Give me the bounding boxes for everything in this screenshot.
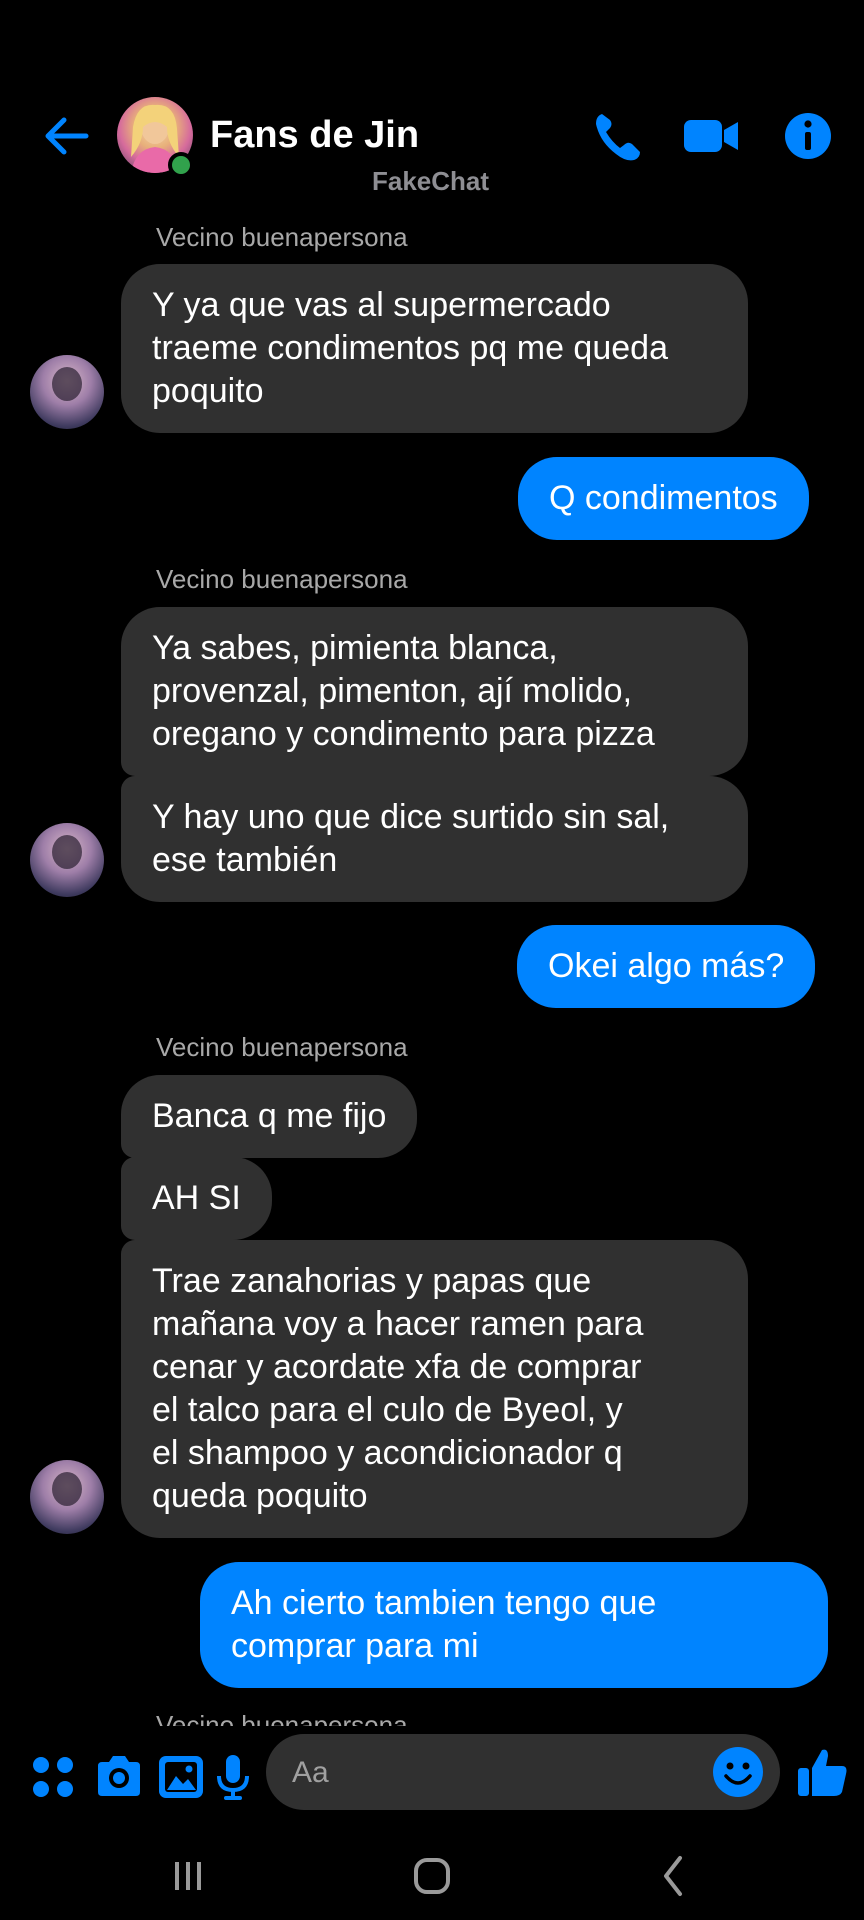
sent-message[interactable]: Okei algo más? xyxy=(517,925,816,1008)
message-text: Q condimentos xyxy=(549,479,778,517)
camera-icon[interactable] xyxy=(94,1752,144,1802)
phone-icon[interactable] xyxy=(592,108,652,164)
sender-name: Vecino buenapersona xyxy=(156,564,408,594)
watermark-text: FakeChat xyxy=(372,166,490,196)
emoji-icon[interactable] xyxy=(712,1746,764,1798)
received-message[interactable]: Banca q me fijo xyxy=(121,1075,418,1158)
message-text: AH SI xyxy=(152,1179,241,1217)
contact-avatar[interactable] xyxy=(30,1460,104,1534)
contact-avatar[interactable] xyxy=(30,355,104,429)
message-composer: Aa xyxy=(0,1730,864,1820)
chat-header: Fans de Jin FakeChat xyxy=(0,0,864,205)
message-text: Ah cierto tambien tengo que comprar para… xyxy=(231,1584,657,1665)
chat-title[interactable]: Fans de Jin xyxy=(210,114,419,157)
received-message[interactable]: AH SI xyxy=(121,1157,272,1240)
message-input-placeholder: Aa xyxy=(292,1756,329,1789)
received-message[interactable]: Y hay uno que dice surtido sin sal, ese … xyxy=(121,776,748,902)
received-message[interactable]: Y ya que vas al supermercado traeme cond… xyxy=(121,264,748,433)
online-status-indicator xyxy=(168,152,194,178)
message-text: Ya sabes, pimienta blanca, provenzal, pi… xyxy=(152,629,655,753)
home-icon[interactable] xyxy=(402,1850,462,1900)
contact-avatar[interactable] xyxy=(30,823,104,897)
sender-name: Vecino buenapersona xyxy=(156,1032,408,1062)
back-arrow-icon[interactable] xyxy=(38,108,94,164)
back-icon[interactable] xyxy=(644,1850,704,1900)
microphone-icon[interactable] xyxy=(213,1752,253,1802)
message-text: Y ya que vas al supermercado traeme cond… xyxy=(152,286,668,410)
received-message[interactable]: Ya sabes, pimienta blanca, provenzal, pi… xyxy=(121,607,748,776)
received-message[interactable]: Trae zanahorias y papas que mañana voy a… xyxy=(121,1240,748,1538)
gallery-icon[interactable] xyxy=(156,1752,206,1802)
message-text: Banca q me fijo xyxy=(152,1097,387,1135)
message-text: Y hay uno que dice surtido sin sal, ese … xyxy=(152,798,670,879)
recent-apps-icon[interactable] xyxy=(158,1850,218,1900)
info-icon[interactable] xyxy=(780,108,840,164)
sent-message[interactable]: Q condimentos xyxy=(518,457,809,540)
sender-name: Vecino buenapersona xyxy=(156,222,408,252)
message-input[interactable]: Aa xyxy=(266,1734,780,1810)
system-nav-bar xyxy=(0,1830,864,1920)
sent-message[interactable]: Ah cierto tambien tengo que comprar para… xyxy=(200,1562,828,1688)
message-text: Okei algo más? xyxy=(548,947,785,985)
sender-name: Vecino buenapersona xyxy=(156,1710,408,1726)
clipped-row: Vecino buenapersona xyxy=(0,1702,864,1726)
thumbs-up-icon[interactable] xyxy=(794,1744,850,1800)
message-text: Trae zanahorias y papas que mañana voy a… xyxy=(152,1262,644,1515)
apps-grid-icon[interactable] xyxy=(28,1752,78,1802)
video-camera-icon[interactable] xyxy=(682,108,742,164)
